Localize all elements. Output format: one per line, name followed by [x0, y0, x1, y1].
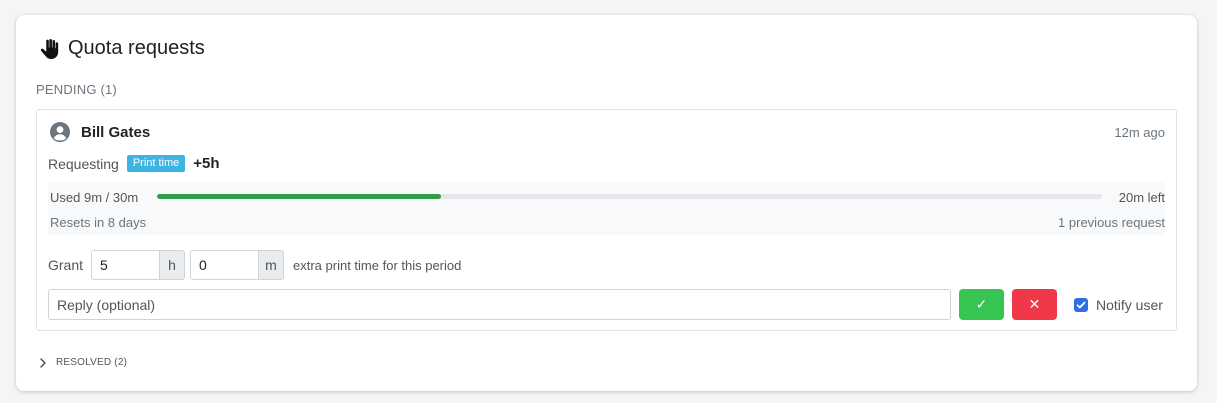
requester-name: Bill Gates [81, 123, 151, 141]
usage-progress-fill [157, 194, 441, 199]
grant-suffix-text: extra print time for this period [293, 257, 462, 273]
chevron-right-icon [40, 357, 46, 368]
pending-section-label: PENDING (1) [36, 82, 117, 97]
card-title-text: Quota requests [68, 37, 205, 59]
resets-text: Resets in 8 days [50, 215, 147, 230]
approve-button[interactable]: ✓ [959, 289, 1004, 320]
grant-hours-input[interactable] [92, 251, 160, 279]
minutes-unit: m [258, 251, 284, 279]
previous-requests-text: 1 previous request [1058, 215, 1165, 230]
hours-input-group: h [91, 250, 186, 280]
reply-row: ✓ ✕ Notify user [48, 289, 1163, 320]
quota-type-badge: Print time [126, 155, 186, 172]
minutes-input-group: m [190, 250, 285, 280]
quota-request-item: Bill Gates 12m ago Requesting Print time… [36, 109, 1177, 331]
remaining-text: 20m left [1118, 190, 1165, 205]
checkmark-icon [1076, 301, 1086, 308]
used-text: Used 9m / 30m [50, 190, 139, 205]
request-timestamp: 12m ago [1114, 125, 1165, 140]
request-summary: Requesting Print time +5h [48, 155, 220, 172]
reply-input[interactable] [48, 289, 951, 320]
request-header: Bill Gates [50, 122, 150, 142]
check-icon: ✓ [975, 296, 988, 313]
deny-button[interactable]: ✕ [1012, 289, 1057, 320]
notify-checkbox[interactable] [1074, 297, 1088, 312]
grant-row: Grant h m extra print time for this peri… [48, 250, 461, 280]
notify-label: Notify user [1096, 296, 1163, 313]
requested-amount: +5h [193, 155, 220, 172]
hours-unit: h [159, 251, 185, 279]
usage-progress-bar [157, 194, 1102, 199]
quota-requests-card: Quota requests PENDING (1) Bill Gates 12… [16, 15, 1197, 391]
hand-icon [40, 38, 59, 59]
notify-user-toggle[interactable]: Notify user [1074, 297, 1163, 313]
user-circle-icon [50, 122, 70, 142]
usage-panel: Used 9m / 30m 20m left Resets in 8 days … [48, 182, 1165, 235]
grant-minutes-input[interactable] [191, 251, 259, 279]
resolved-section-label: RESOLVED (2) [56, 357, 128, 368]
requesting-label: Requesting [48, 155, 119, 172]
grant-label: Grant [48, 257, 84, 273]
resolved-toggle[interactable]: RESOLVED (2) [39, 357, 127, 368]
x-icon: ✕ [1028, 296, 1041, 313]
card-title: Quota requests [38, 37, 205, 60]
